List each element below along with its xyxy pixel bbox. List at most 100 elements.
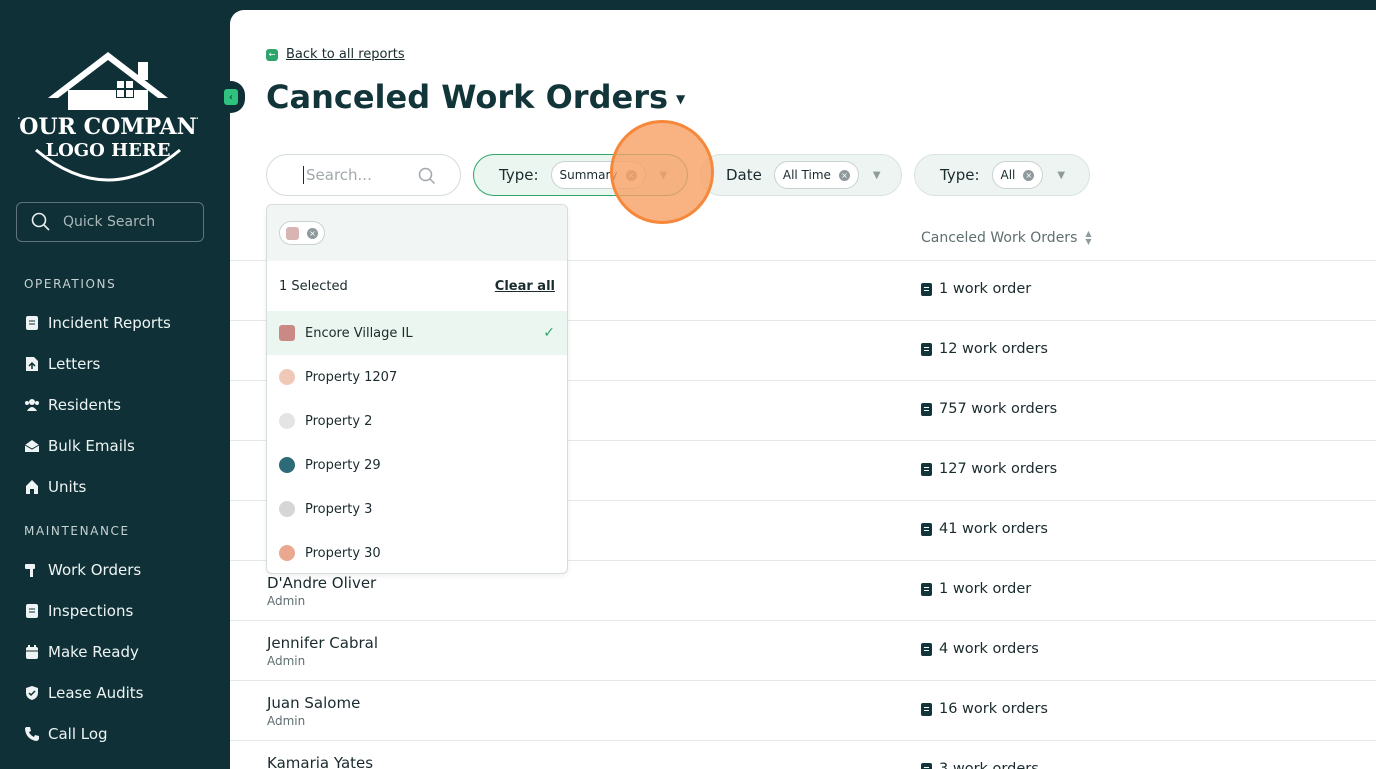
document-icon [921,282,932,296]
hammer-icon [24,562,40,578]
remove-chip-icon[interactable]: × [838,169,850,181]
table-row-value[interactable]: 3 work orders [921,761,1039,769]
work-order-count: 16 work orders [939,701,1048,717]
page-title-text: Canceled Work Orders [266,78,669,116]
selected-count: 1 Selected [279,278,348,294]
option-label: Property 1207 [305,369,398,385]
filter-chip[interactable]: All × [991,161,1044,189]
divider [230,620,1376,621]
letter-upload-icon [24,356,40,372]
sidebar: YOUR COMPANY LOGO HERE Quick Search OPER… [0,0,230,769]
column-header-canceled-work-orders[interactable]: Canceled Work Orders ▲ ▼ [921,230,1092,247]
sidebar-item-label: Call Log [48,725,108,743]
table-row-value[interactable]: 16 work orders [921,701,1048,717]
document-icon [921,702,932,716]
remove-chip-icon[interactable]: × [1023,169,1035,181]
document-icon [921,762,932,769]
divider [230,680,1376,681]
filter-chip-value: All Time [782,168,831,182]
sidebar-item-label: Work Orders [48,561,142,579]
work-order-count: 1 work order [939,581,1032,597]
work-order-count: 1 work order [939,281,1032,297]
remove-chip-icon[interactable]: × [307,227,318,239]
selected-chips-area: × [267,205,567,261]
filter-label: Type: [940,166,980,184]
sidebar-item-call-log[interactable]: Call Log [24,725,108,743]
house-icon [24,479,40,495]
document-icon [24,315,40,331]
sidebar-item-incident-reports[interactable]: Incident Reports [24,314,171,332]
dropdown-option[interactable]: Encore Village IL ✓ [267,311,567,355]
employee-name[interactable]: Jennifer Cabral [267,634,378,652]
collapse-sidebar-button[interactable]: ‹ [217,81,245,113]
dropdown-option[interactable]: Property 3 [267,487,567,531]
table-row-value[interactable]: 1 work order [921,281,1031,297]
work-order-count: 12 work orders [939,341,1048,357]
option-label: Property 30 [305,545,381,561]
sidebar-item-letters[interactable]: Letters [24,355,100,373]
filter-label: Type: [499,166,539,184]
table-row-value[interactable]: 12 work orders [921,341,1048,357]
work-order-count: 127 work orders [939,461,1058,477]
document-icon [921,342,932,356]
dropdown-caret-icon[interactable]: ▼ [1057,170,1065,181]
document-icon [921,462,932,476]
property-thumbnail [279,457,295,473]
section-label-operations: OPERATIONS [24,277,117,291]
sidebar-item-label: Letters [48,355,101,373]
section-label-maintenance: MAINTENANCE [24,524,130,538]
sidebar-item-label: Inspections [48,602,134,620]
company-logo[interactable]: YOUR COMPANY LOGO HERE [3,50,213,185]
work-order-count: 4 work orders [939,641,1039,657]
caret-down-icon[interactable]: ▼ [676,92,685,106]
filter-chip[interactable]: All Time × [773,161,859,189]
sidebar-item-units[interactable]: Units [24,478,86,496]
dropdown-caret-icon[interactable]: ▼ [873,170,881,181]
property-dropdown[interactable]: × 1 Selected Clear all Encore Village IL… [266,204,568,574]
dropdown-option[interactable]: Property 1207 [267,355,567,399]
type-filter-all[interactable]: Type: All × ▼ [914,154,1090,196]
clear-all-button[interactable]: Clear all [495,279,555,294]
sidebar-item-bulk-emails[interactable]: Bulk Emails [24,437,135,455]
dropdown-option[interactable]: Property 29 [267,443,567,487]
property-thumbnail [279,369,295,385]
employee-name[interactable]: Kamaria Yates [267,754,373,769]
work-order-count: 3 work orders [939,761,1039,769]
search-input[interactable]: Search... [266,154,461,196]
clipboard-icon [24,603,40,619]
sidebar-item-label: Bulk Emails [48,437,135,455]
property-thumbnail [279,413,295,429]
date-filter[interactable]: Date All Time × ▼ [700,154,902,196]
employee-role: Admin [267,594,306,608]
back-to-reports-link[interactable]: ← Back to all reports [266,47,405,62]
main-panel: ← Back to all reports Canceled Work Orde… [230,10,1376,769]
sidebar-item-inspections[interactable]: Inspections [24,602,133,620]
table-row-value[interactable]: 41 work orders [921,521,1048,537]
sidebar-item-residents[interactable]: Residents [24,396,121,414]
document-icon [921,582,932,596]
sidebar-item-make-ready[interactable]: Make Ready [24,643,139,661]
sort-icon[interactable]: ▲ ▼ [1085,230,1091,246]
sidebar-item-work-orders[interactable]: Work Orders [24,561,141,579]
table-row-value[interactable]: 757 work orders [921,401,1057,417]
employee-name[interactable]: D'Andre Oliver [267,574,376,592]
sidebar-item-label: Incident Reports [48,314,171,332]
shield-check-icon [24,685,40,701]
table-row-value[interactable]: 4 work orders [921,641,1039,657]
quick-search-placeholder: Quick Search [63,214,156,230]
quick-search-input[interactable]: Quick Search [16,202,204,242]
filter-label: Date [726,166,762,184]
filter-chip-value: All [1000,168,1016,182]
people-icon [24,397,40,413]
table-row-value[interactable]: 1 work order [921,581,1031,597]
page-title[interactable]: Canceled Work Orders ▼ [266,78,685,116]
document-icon [921,522,932,536]
sidebar-item-lease-audits[interactable]: Lease Audits [24,684,143,702]
table-row-value[interactable]: 127 work orders [921,461,1057,477]
collapse-chevron-icon: ‹ [224,89,238,105]
option-label: Property 2 [305,413,373,429]
dropdown-option[interactable]: Property 2 [267,399,567,443]
employee-name[interactable]: Juan Salome [267,694,360,712]
dropdown-option[interactable]: Property 30 [267,531,567,573]
selected-property-chip[interactable]: × [279,221,325,245]
